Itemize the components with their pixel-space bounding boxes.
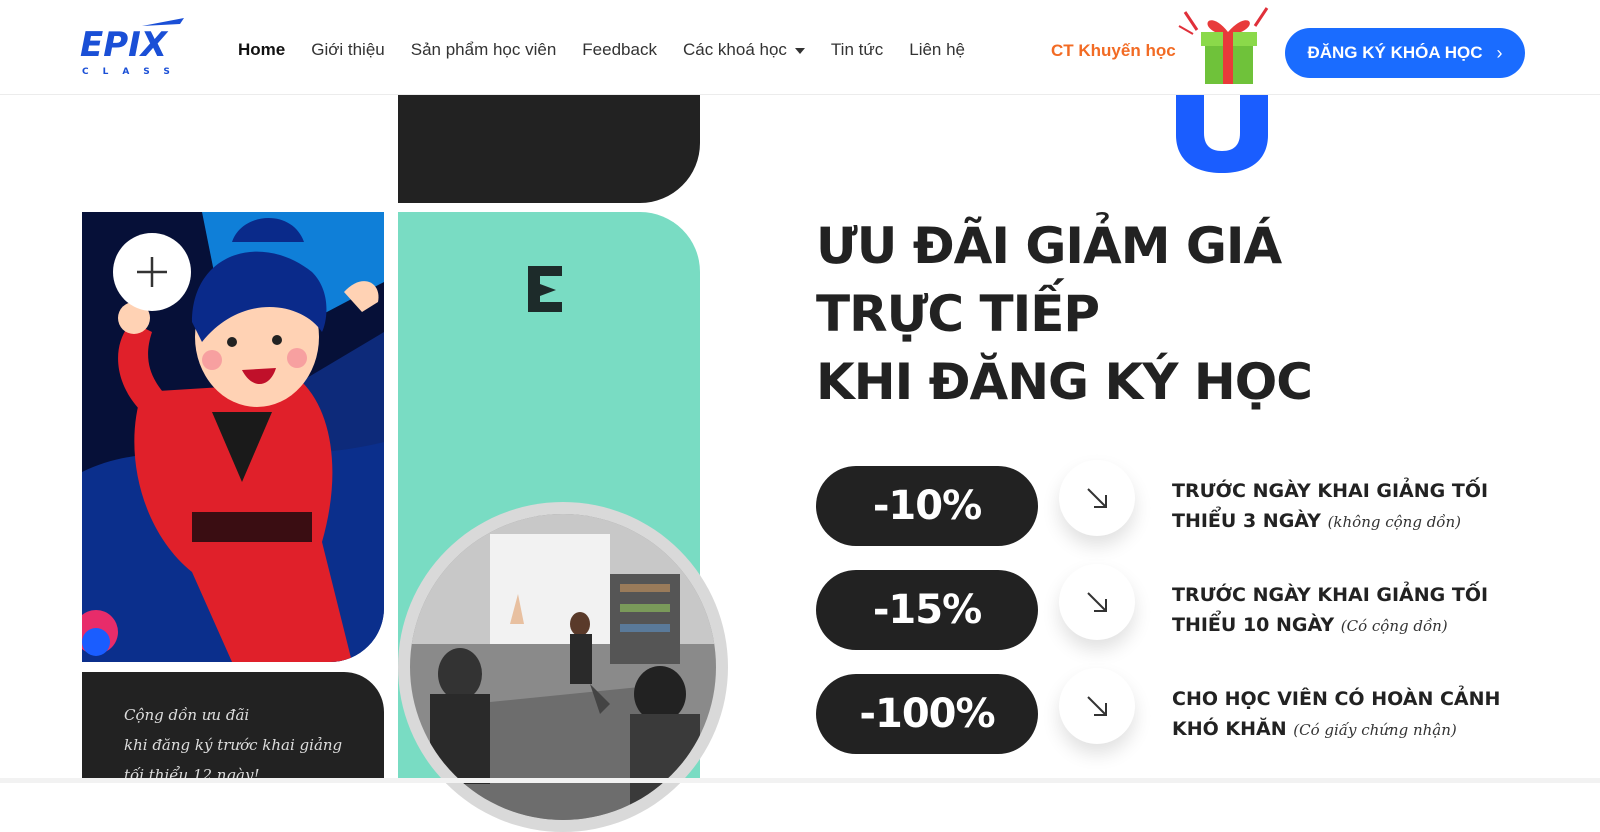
offer-line-1: CHO HỌC VIÊN CÓ HOÀN CẢNH (1172, 688, 1501, 710)
blue-number-decor (1176, 95, 1268, 173)
discount-pill: -10% (816, 466, 1038, 546)
discount-pill: -15% (816, 570, 1038, 650)
svg-text:CLASS: CLASS (82, 67, 184, 76)
classroom-photo (410, 514, 716, 820)
caret-down-icon (794, 47, 805, 54)
nav-about[interactable]: Giới thiệu (311, 40, 385, 60)
epix-e-mark-icon (528, 266, 562, 312)
offer-row: -100% CHO HỌC VIÊN CÓ HOÀN CẢNH KHÓ KHĂN… (816, 668, 1536, 754)
nav-student-products[interactable]: Sản phẩm học viên (411, 40, 557, 60)
offer-line-1: TRƯỚC NGÀY KHAI GIẢNG TỐI (1172, 584, 1489, 606)
register-course-label: ĐĂNG KÝ KHÓA HỌC (1307, 43, 1483, 62)
offer-line-2: THIỂU 3 NGÀY (1172, 510, 1321, 532)
offer-row: -15% TRƯỚC NGÀY KHAI GIẢNG TỐI THIỂU 10 … (816, 564, 1536, 650)
nav-news[interactable]: Tin tức (831, 40, 883, 60)
main-nav: Home Giới thiệu Sản phẩm học viên Feedba… (238, 40, 991, 60)
nav-contact[interactable]: Liên hệ (909, 40, 965, 60)
site-header: EPIX CLASS Home Giới thiệu Sản phẩm học … (0, 0, 1600, 95)
promo-link[interactable]: CT Khuyến học (1051, 41, 1176, 61)
arrow-down-right-icon[interactable] (1059, 564, 1135, 640)
offer-line-2: THIỂU 10 NGÀY (1172, 614, 1335, 636)
quote-line-2: khi đăng ký trước khai giảng (124, 736, 343, 754)
offer-note: (không cộng dồn) (1327, 513, 1461, 531)
arrow-down-right-icon[interactable] (1059, 668, 1135, 744)
register-course-button[interactable]: ĐĂNG KÝ KHÓA HỌC › (1285, 28, 1525, 78)
dark-decor-block (398, 95, 700, 203)
offer-description: TRƯỚC NGÀY KHAI GIẢNG TỐI THIỂU 10 NGÀY … (1172, 580, 1502, 641)
offer-row: -10% TRƯỚC NGÀY KHAI GIẢNG TỐI THIỂU 3 N… (816, 460, 1536, 546)
nav-feedback[interactable]: Feedback (582, 40, 657, 60)
hero-title-line-1: ƯU ĐÃI GIẢM GIÁ (816, 217, 1282, 275)
svg-text:EPIX: EPIX (80, 25, 169, 65)
quote-line-1: Cộng dồn ưu đãi (124, 706, 250, 724)
gift-box-icon[interactable] (1175, 4, 1275, 86)
offer-description: TRƯỚC NGÀY KHAI GIẢNG TỐI THIỂU 3 NGÀY (… (1172, 476, 1502, 537)
chevron-right-icon: › (1496, 42, 1503, 63)
hero-title: ƯU ĐÃI GIẢM GIÁ TRỰC TIẾP KHI ĐĂNG KÝ HỌ… (816, 212, 1313, 416)
quote-line-3: tối thiểu 12 ngày! (124, 766, 260, 784)
hero-title-line-3: KHI ĐĂNG KÝ HỌC (816, 353, 1313, 411)
discount-pill: -100% (816, 674, 1038, 754)
offer-description: CHO HỌC VIÊN CÓ HOÀN CẢNH KHÓ KHĂN (Có g… (1172, 684, 1502, 745)
section-divider (0, 778, 1600, 783)
hero-title-line-2: TRỰC TIẾP (816, 285, 1100, 343)
offer-line-1: TRƯỚC NGÀY KHAI GIẢNG TỐI (1172, 480, 1489, 502)
offer-line-2: KHÓ KHĂN (1172, 718, 1287, 740)
plus-icon[interactable] (113, 233, 191, 311)
arrow-down-right-icon[interactable] (1059, 460, 1135, 536)
epix-class-logo[interactable]: EPIX CLASS (80, 16, 186, 76)
quote-text: Cộng dồn ưu đãi khi đăng ký trước khai g… (124, 700, 374, 790)
nav-home[interactable]: Home (238, 40, 285, 60)
offer-note: (Có giấy chứng nhận) (1293, 721, 1457, 739)
nav-courses-label: Các khoá học (682, 40, 787, 59)
nav-courses-dropdown[interactable]: Các khoá học (683, 40, 805, 60)
offer-note: (Có cộng dồn) (1340, 617, 1448, 635)
